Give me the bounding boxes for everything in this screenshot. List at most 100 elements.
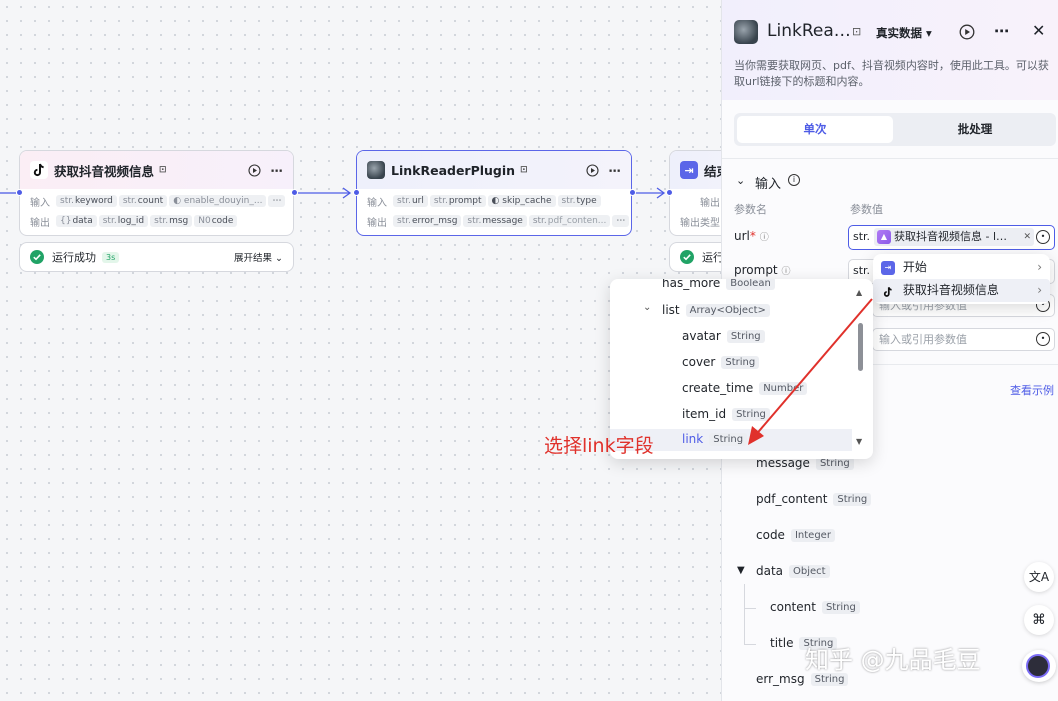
more-icon[interactable]: ⋯ (271, 163, 284, 178)
chevron-right-icon: › (1037, 260, 1042, 274)
expand-result-button[interactable]: 展开结果 ⌄ (234, 250, 283, 264)
reference-chip[interactable]: ▲ 获取抖音视频信息 - l… ✕ (874, 228, 1034, 246)
panel-description: 当你需要获取网页、pdf、抖音视频内容时，使用此工具。可以获取url链接下的标题… (734, 59, 1049, 88)
close-icon[interactable]: ✕ (1032, 21, 1045, 40)
more-icon[interactable]: ⋯ (994, 22, 1009, 40)
output-field: content String (770, 600, 860, 614)
output-port[interactable] (291, 189, 298, 196)
success-icon (680, 250, 694, 264)
param-tag: str.error_msg (393, 215, 462, 227)
data-mode-select[interactable]: 真实数据 ▾ (876, 25, 932, 41)
output-label: 输出 (700, 197, 720, 209)
panel-title: LinkRea… (767, 21, 851, 41)
param-tag: str.url (393, 195, 428, 207)
info-icon: i (788, 174, 800, 186)
param-value-header: 参数值 (850, 203, 883, 216)
tree-line (744, 584, 745, 644)
param-tag: ◐ enable_douyin_... (169, 195, 267, 207)
node-douyin-info[interactable]: 获取抖音视频信息 ⊡ ⋯ 输入 str.keyword str.count ◐ … (19, 150, 294, 236)
run-icon[interactable] (959, 24, 975, 43)
variable-picker-icon[interactable]: • (1036, 230, 1050, 244)
info-icon: ⓘ (759, 233, 769, 243)
param-tag: str.pdf_conten... (528, 215, 611, 227)
run-icon[interactable] (247, 163, 261, 177)
watermark: 知乎 @九品毛豆 (805, 646, 981, 674)
input-label: 输入 (30, 197, 50, 209)
chevron-right-icon: › (1037, 283, 1042, 297)
assistant-face-icon (1026, 654, 1050, 678)
output-field: code Integer (756, 528, 835, 542)
translate-button[interactable]: 文A (1024, 562, 1054, 592)
annotation-text: 选择link字段 (544, 435, 654, 457)
variable-picker-icon[interactable]: • (1036, 332, 1050, 346)
edit-icon[interactable]: ⊡ (520, 165, 528, 175)
output-field: data Object (756, 564, 830, 578)
input-port[interactable] (16, 189, 23, 196)
menu-item-start[interactable]: ⇥ 开始 › (873, 256, 1050, 279)
tree-item[interactable]: has_more Boolean (662, 279, 775, 290)
output-port[interactable] (629, 189, 636, 196)
output-field: pdf_content String (756, 492, 872, 506)
node-title: 获取抖音视频信息 (54, 163, 155, 179)
plugin-avatar-icon (734, 20, 758, 44)
section-divider (722, 158, 1058, 159)
reference-source-menu: ⇥ 开始 › 获取抖音视频信息 › (873, 254, 1050, 304)
input-label: 输入 (367, 197, 387, 209)
type-prefix: str. (853, 230, 871, 243)
success-icon (30, 250, 44, 264)
menu-item-douyin[interactable]: 获取抖音视频信息 › (873, 279, 1050, 302)
param-tag: str.log_id (98, 215, 149, 227)
annotation-arrow (748, 298, 873, 445)
more-params-icon[interactable]: ⋯ (268, 195, 286, 207)
caret-down-icon: ▾ (926, 26, 932, 40)
output-type-label: 输出类型 (680, 217, 720, 229)
output-label: 输出 (30, 217, 50, 229)
param-tag: N0code (194, 215, 238, 227)
param-tag: ◐ skip_cache (487, 195, 556, 207)
input-port[interactable] (353, 189, 360, 196)
node-title: LinkReaderPlugin (391, 162, 516, 178)
edit-icon[interactable]: ⊡ (159, 165, 167, 175)
run-icon[interactable] (585, 163, 599, 177)
start-icon: ⇥ (881, 260, 895, 275)
more-params-icon[interactable]: ⋯ (612, 215, 630, 227)
param-tag: {}data (56, 215, 97, 227)
collapse-chevron-icon[interactable]: ⌄ (643, 302, 651, 313)
param-tag: str.prompt (429, 195, 486, 207)
node-link-reader[interactable]: LinkReaderPlugin ⊡ ⋯ 输入 str.url str.prom… (356, 150, 632, 236)
param-tag: str.msg (150, 215, 193, 227)
output-label: 输出 (367, 217, 387, 229)
more-icon[interactable]: ⋯ (609, 163, 622, 178)
grid-icon: ⌘ (1032, 612, 1046, 628)
url-value-field[interactable]: str. ▲ 获取抖音视频信息 - l… ✕ • (848, 225, 1055, 250)
translate-icon: 文A (1028, 570, 1050, 584)
param-value-field[interactable]: 输入或引用参数值 (872, 328, 1055, 351)
edit-icon[interactable]: ⊡ (852, 25, 861, 38)
param-url-label: url* ⓘ (734, 229, 769, 243)
param-prompt-label: prompt ⓘ (734, 263, 791, 277)
chip-close-icon[interactable]: ✕ (1023, 228, 1031, 246)
param-tag: str.type (557, 195, 601, 207)
assistant-button[interactable] (1022, 650, 1056, 682)
duration-badge: 3s (102, 251, 120, 263)
apps-button[interactable]: ⌘ (1024, 605, 1054, 635)
end-icon: ⇥ (680, 161, 698, 179)
info-icon: ⓘ (781, 267, 791, 277)
param-tag: str.count (118, 195, 168, 207)
param-tag: str.message (463, 215, 527, 227)
plugin-avatar-icon (367, 161, 385, 179)
plugin-icon: ▲ (877, 230, 891, 244)
tab-single[interactable]: 单次 (737, 116, 893, 143)
chevron-down-icon: ⌄ (275, 253, 283, 264)
mode-tabs: 单次 批处理 (734, 113, 1056, 146)
expand-caret-icon[interactable]: ▼ (737, 565, 745, 576)
collapse-chevron-icon[interactable]: ⌄ (736, 174, 745, 187)
tab-batch[interactable]: 批处理 (897, 116, 1053, 143)
input-section-title: 输入 (755, 177, 782, 192)
view-example-link[interactable]: 查看示例 (1010, 382, 1054, 398)
tree-line (744, 644, 756, 645)
douyin-icon (881, 284, 895, 298)
param-tag: str.keyword (56, 195, 117, 207)
input-port[interactable] (666, 189, 673, 196)
param-name-header: 参数名 (734, 203, 767, 216)
